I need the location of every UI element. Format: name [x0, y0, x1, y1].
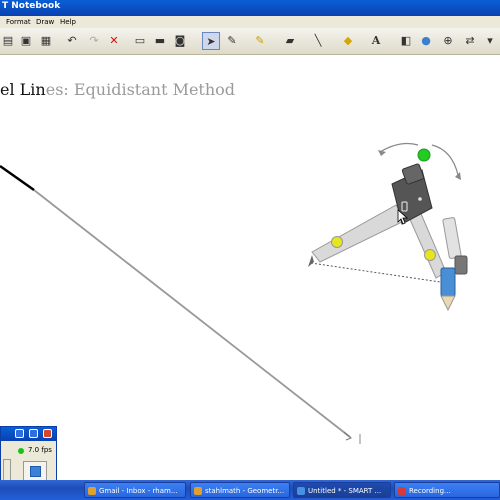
rotate-arc-right: [431, 144, 459, 176]
recorder-icon: [398, 487, 406, 495]
compass-tool[interactable]: [308, 142, 468, 312]
compass-pencil-clamp: [454, 255, 468, 275]
recorder-window[interactable]: 7.0 fps: [0, 426, 57, 482]
compass-right-joint-icon[interactable]: [424, 249, 436, 261]
drawn-black-line[interactable]: [0, 164, 35, 192]
taskbar-item-smart-notebook[interactable]: Untitled * - SMART ...: [293, 482, 391, 498]
recording-status-icon: [18, 448, 24, 454]
browser-icon: [88, 487, 96, 495]
compass-left-arm[interactable]: [311, 204, 407, 263]
compass-radius-line: [310, 262, 448, 284]
maximize-icon[interactable]: [29, 429, 38, 438]
compass-pencil-holder: [442, 217, 462, 259]
rotate-handle-icon[interactable]: [417, 148, 431, 162]
close-icon[interactable]: [43, 429, 52, 438]
compass-pencil-icon[interactable]: [440, 267, 456, 297]
taskbar-item-stahlmath[interactable]: stahlmath - Geometr...: [190, 482, 290, 498]
recorder-title-bar: [1, 427, 56, 441]
drawing-layer: [0, 142, 468, 444]
taskbar: Gmail - Inbox - rham... stahlmath - Geom…: [0, 480, 500, 500]
rotate-arc-left: [379, 142, 419, 153]
minimize-icon[interactable]: [15, 429, 24, 438]
compass-pencil-tip-icon: [440, 295, 456, 312]
compass-screw-icon: [418, 197, 422, 201]
browser-icon: [194, 487, 202, 495]
stop-icon: [30, 466, 41, 477]
taskbar-item-gmail[interactable]: Gmail - Inbox - rham...: [84, 482, 186, 498]
smart-notebook-icon: [297, 487, 305, 495]
compass-left-joint-icon[interactable]: [331, 236, 343, 248]
taskbar-item-recording[interactable]: Recording...: [394, 482, 500, 498]
fps-readout: 7.0 fps: [28, 446, 52, 454]
recorder-side-button[interactable]: [3, 459, 11, 481]
drawn-gray-line[interactable]: [33, 189, 351, 438]
compass-needle-icon: [308, 255, 314, 267]
stop-button[interactable]: [23, 461, 47, 481]
